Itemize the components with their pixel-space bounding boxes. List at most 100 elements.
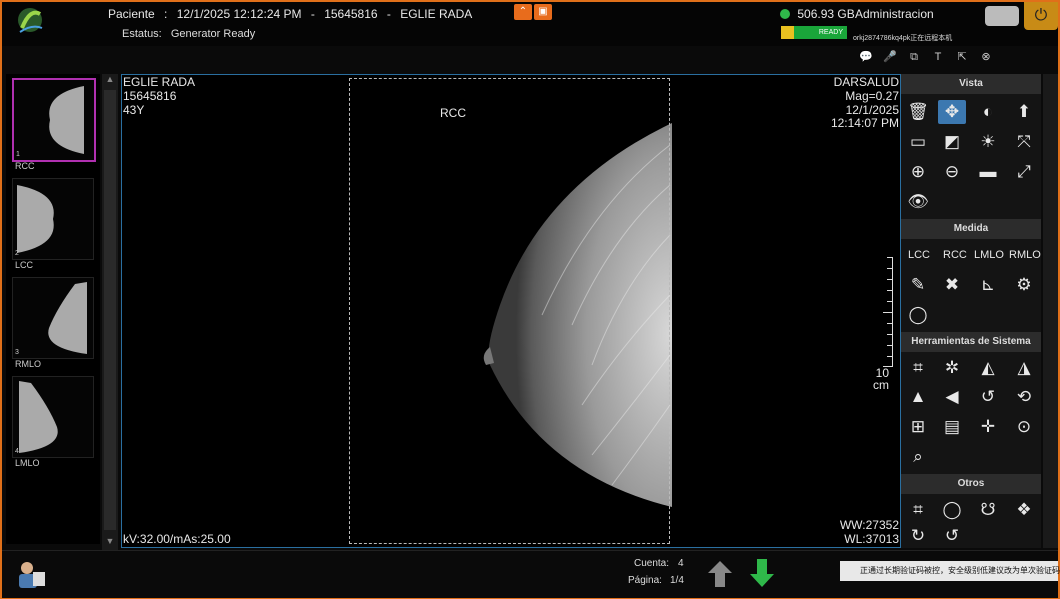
pan-icon[interactable]: ✥ [938, 100, 966, 124]
count-value: 4 [678, 558, 684, 569]
report-icon[interactable]: ▤ [938, 415, 966, 439]
sparkle-icon[interactable]: ✲ [938, 356, 966, 380]
overlay-age: 43Y [123, 103, 145, 117]
flip-icon[interactable]: ⤧ [1010, 130, 1038, 154]
thumbnail-index: 1 [16, 151, 20, 158]
cycle-left-icon[interactable]: ↻ [904, 524, 932, 548]
thumbnail-rmlo[interactable]: 3 [12, 277, 94, 359]
patient-id: 15645816 [324, 7, 378, 21]
section-vista: Vista [901, 74, 1041, 94]
patient-name: EGLIE RADA [400, 7, 473, 21]
thumbnail-label: LCC [15, 260, 34, 270]
overlay-window-width: WW:27352 [839, 518, 899, 532]
status-value: Generator Ready [170, 28, 256, 40]
thumbnail-rcc[interactable]: 1 [12, 78, 96, 162]
view-lcc-button[interactable]: LCC [908, 249, 930, 261]
mic-icon[interactable]: 🎤 [881, 48, 899, 66]
generator-icon [781, 26, 794, 39]
magnifier-icon[interactable]: ⊙ [1010, 415, 1038, 439]
doctor-icon[interactable] [15, 558, 47, 590]
disk-ok-icon [780, 9, 790, 19]
thumbnail-lmlo[interactable]: 4 [12, 376, 94, 458]
delete-icon[interactable]: 🗑 [904, 100, 932, 124]
measure-settings-icon[interactable]: ⚙ [1010, 273, 1038, 297]
fit-frame-icon[interactable]: ▭ [904, 130, 932, 154]
generator-ready-badge: READY [781, 26, 847, 39]
ellipse-roi-icon[interactable]: ◯ [904, 303, 932, 327]
power-icon[interactable]: ⏻ [1024, 2, 1058, 30]
scroll-thumb[interactable] [104, 90, 116, 530]
patient-label: Paciente [108, 7, 155, 21]
ready-text: READY [818, 29, 843, 36]
page-label: Página: [628, 575, 662, 586]
collimation-box[interactable] [349, 78, 670, 544]
remote-warning-notice: 正通过长期验证码被控，安全级别低建议改为单次验证码 [840, 561, 1060, 581]
user-name: Administracion [855, 7, 934, 21]
previous-page-icon[interactable] [707, 560, 733, 588]
view-rmlo-button[interactable]: RMLO [1009, 249, 1041, 261]
text-icon[interactable]: T [929, 48, 947, 66]
thumbnail-index: 2 [15, 250, 19, 257]
patient-info-line: Paciente : 12/1/2025 12:12:24 PM - 15645… [108, 7, 478, 21]
next-page-icon[interactable] [749, 558, 775, 588]
separator: : [164, 7, 168, 21]
thumbnail-image [48, 282, 87, 354]
file-transfer-icon[interactable]: ⇱ [953, 48, 971, 66]
top-header: Paciente : 12/1/2025 12:12:24 PM - 15645… [2, 2, 1058, 46]
capture-icon[interactable]: ⌗ [904, 498, 932, 522]
camera-icon[interactable] [985, 6, 1019, 26]
draw-measure-icon[interactable]: ✎ [904, 273, 932, 297]
view-rcc-button[interactable]: RCC [943, 249, 967, 261]
thumbnail-index: 4 [15, 448, 19, 455]
flip-up-icon[interactable]: ▲ [904, 385, 932, 409]
brightness-icon[interactable]: ☀ [974, 130, 1002, 154]
section-medida: Medida [901, 219, 1041, 239]
screen-icon[interactable]: ⧉ [905, 48, 923, 66]
contrast-icon[interactable]: ◐ [974, 100, 1002, 124]
zoom-out-icon[interactable]: ⊖ [938, 160, 966, 184]
region-icon[interactable]: ⊞ [904, 415, 932, 439]
chat-icon[interactable]: 💬 [857, 48, 875, 66]
thumbnail-lcc[interactable]: 2 [12, 178, 94, 260]
swap-icon[interactable]: ❖ [1010, 498, 1038, 522]
remote-session-notice: orkj2874786kq4pk正在远程本机 [853, 35, 953, 42]
compare-icon[interactable]: ☋ [974, 498, 1002, 522]
cycle-right-icon[interactable]: ↺ [938, 524, 966, 548]
disk-status: 506.93 GB [780, 7, 855, 21]
split-view-icon[interactable]: ◯ [938, 498, 966, 522]
page-value: 1/4 [670, 575, 684, 586]
scroll-down-icon[interactable]: ▼ [102, 536, 118, 550]
clear-measure-icon[interactable]: ✖ [938, 273, 966, 297]
crosshair-icon[interactable]: ✛ [974, 415, 1002, 439]
record-icon[interactable]: ▣ [534, 4, 552, 20]
minimize-toolbar-button[interactable]: ⌃ [514, 4, 532, 20]
crop-icon[interactable]: ⌗ [904, 356, 932, 380]
eye-icon[interactable]: 👁 [904, 190, 932, 214]
view-lmlo-button[interactable]: LMLO [974, 249, 1004, 261]
app-window: Paciente : 12/1/2025 12:12:24 PM - 15645… [0, 0, 1060, 599]
fullscreen-icon[interactable]: ⤢ [1010, 160, 1038, 184]
thumbnail-label: RCC [15, 161, 35, 171]
mirror-horizontal-icon[interactable]: ◭ [974, 356, 1002, 380]
angle-measure-icon[interactable]: ⊾ [974, 273, 1002, 297]
overlay-time: 12:14:07 PM [830, 116, 899, 130]
actual-size-icon[interactable]: ▬ [974, 160, 1002, 184]
up-arrow-icon[interactable]: ⬆ [1010, 100, 1038, 124]
rotate-free-icon[interactable]: ⟲ [1010, 385, 1038, 409]
mirror-vertical-icon[interactable]: ◮ [1010, 356, 1038, 380]
flip-left-icon[interactable]: ◀ [938, 385, 966, 409]
thumbnail-image [17, 185, 54, 253]
app-logo [18, 8, 43, 33]
rotate-icon[interactable]: ↺ [974, 385, 1002, 409]
remote-toolbar: 💬 🎤 ⧉ T ⇱ ⊗ [857, 48, 995, 68]
search-region-icon[interactable]: ⌕ [904, 445, 932, 469]
status-line: Estatus: Generator Ready [122, 28, 261, 40]
thumbnail-scrollbar[interactable]: ▲ ▼ [102, 74, 118, 550]
scroll-up-icon[interactable]: ▲ [102, 74, 118, 88]
window-level-icon[interactable]: ◩ [938, 130, 966, 154]
panel-scrollbar[interactable] [1043, 74, 1058, 548]
overlay-window-level: WL:37013 [844, 532, 899, 546]
scale-ruler [882, 257, 893, 367]
zoom-in-icon[interactable]: ⊕ [904, 160, 932, 184]
close-session-icon[interactable]: ⊗ [977, 48, 995, 66]
